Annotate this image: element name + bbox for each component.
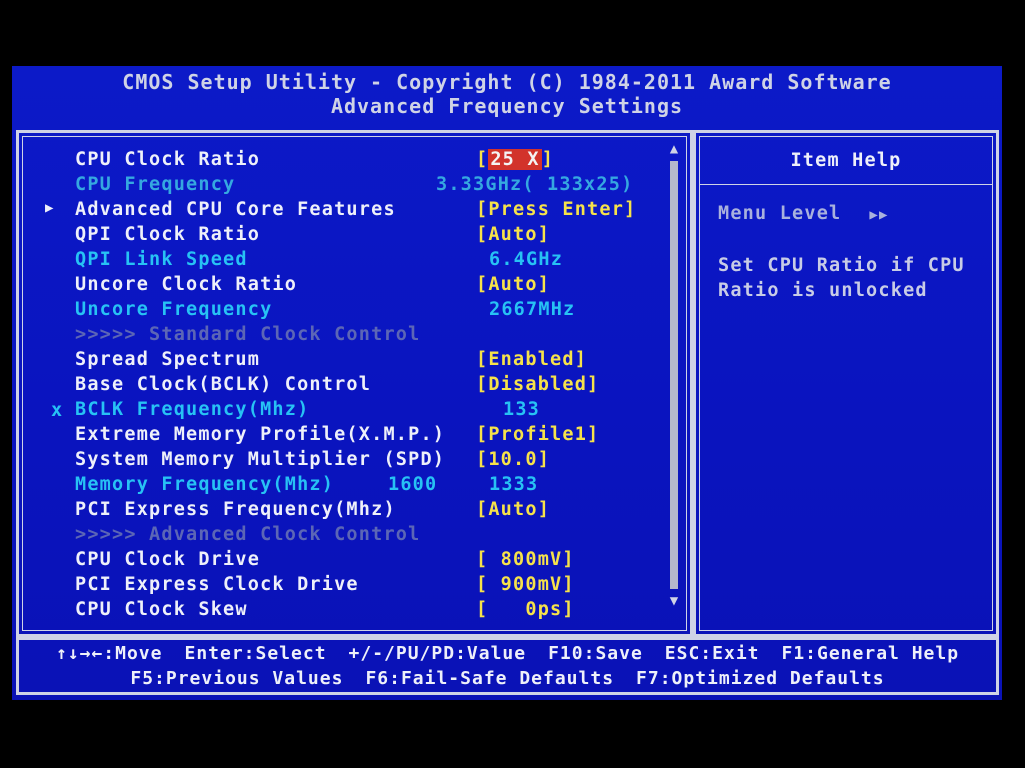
setting-value: 6.4GHz [489,249,564,270]
previous-values-key-hint: F5:Previous Values [130,668,344,689]
setting-label: Uncore Frequency [75,299,273,320]
menu-level: Menu Level ▶▶ [718,203,889,224]
setting-value[interactable]: [Profile1] [476,424,599,445]
save-key-hint: F10:Save [548,643,643,664]
scrollbar-track[interactable] [670,161,678,589]
move-key-hint: ↑↓→←:Move [55,643,163,664]
item-help-text: Set CPU Ratio if CPU Ratio is unlocked [718,255,965,301]
select-key-hint: Enter:Select [184,643,327,664]
setting-label: Advanced CPU Core Features [75,199,396,220]
section-label: >>>>> Advanced Clock Control [75,524,421,545]
scroll-down-arrow-icon[interactable]: ▼ [667,593,681,609]
key-legend-line-1: ↑↓→←:Move Enter:Select +/-/PU/PD:Value F10:… [19,643,996,664]
value-bracket-close: ] [541,149,555,170]
menu-level-label: Menu Level [718,203,842,224]
scroll-up-arrow-icon[interactable]: ▲ [667,141,681,157]
item-help-title: Item Help [700,137,992,185]
setting-label: Base Clock(BCLK) Control [75,374,372,395]
setting-value[interactable]: [ 0ps] [476,599,575,620]
value-bracket-open: [ [476,149,489,170]
setting-value[interactable]: [10.0] [476,449,550,470]
setting-label: QPI Clock Ratio [75,224,261,245]
setting-label: PCI Express Clock Drive [75,574,359,595]
bios-screen: CMOS Setup Utility - Copyright (C) 1984-… [12,66,1002,700]
value-key-hint: +/-/PU/PD:Value [348,643,527,664]
setting-label: Extreme Memory Profile(X.M.P.) [75,424,446,445]
scrollbar[interactable]: ▲ ▼ [667,139,681,617]
setting-value[interactable]: [Auto] [476,274,550,295]
setting-label: System Memory Multiplier (SPD) [75,449,446,470]
setting-label: CPU Clock Skew [75,599,248,620]
setting-value: 3.33GHz( 133x25) [436,174,634,195]
setting-label: PCI Express Frequency(Mhz) [75,499,396,520]
setting-label: CPU Frequency [75,174,236,195]
item-help-panel: Item Help Menu Level ▶▶ Set CPU Ratio if … [693,130,999,637]
setting-value: 2667MHz [489,299,576,320]
failsafe-defaults-key-hint: F6:Fail-Safe Defaults [365,668,615,689]
menu-level-arrows-icon: ▶▶ [869,207,889,223]
setting-value: 133 [503,399,541,420]
section-label: >>>>> Standard Clock Control [75,324,421,345]
setting-label: CPU Clock Drive [75,549,261,570]
key-legend-line-2: F5:Previous Values F6:Fail-Safe Defaults F… [19,668,996,689]
setting-value: 1333 [489,474,539,495]
setting-label: Memory Frequency(Mhz) [75,474,335,495]
setting-value[interactable]: [Press Enter] [476,199,636,220]
setting-value[interactable]: [ 800mV] [476,549,575,570]
optimized-defaults-key-hint: F7:Optimized Defaults [636,668,885,689]
setting-value[interactable]: [Disabled] [476,374,599,395]
setting-label: BCLK Frequency(Mhz) [75,399,310,420]
bios-header: CMOS Setup Utility - Copyright (C) 1984-… [12,66,1002,128]
setting-value[interactable]: [Auto] [476,499,550,520]
settings-list: CPU Clock Ratio [25 X] CPU Frequency 3.3… [22,136,687,631]
setting-label: Spread Spectrum [75,349,261,370]
setting-label: CPU Clock Ratio [75,149,261,170]
setting-label: Uncore Clock Ratio [75,274,298,295]
page-title: Advanced Frequency Settings [330,94,684,118]
setting-value[interactable]: [Enabled] [476,349,587,370]
key-legend: ↑↓→←:Move Enter:Select +/-/PU/PD:Value F10:… [16,637,999,695]
settings-panel: CPU Clock Ratio [25 X] CPU Frequency 3.3… [16,130,693,637]
setting-value[interactable]: [ 900mV] [476,574,575,595]
spd-frequency: 1600 [388,474,438,495]
general-help-key-hint: F1:General Help [781,643,960,664]
exit-key-hint: ESC:Exit [664,643,760,664]
disabled-x-icon: x [51,400,64,421]
setting-value[interactable]: [25 X] [476,149,554,170]
item-help-inner: Item Help Menu Level ▶▶ Set CPU Ratio if … [699,136,993,631]
selected-value[interactable]: 25 X [488,149,542,170]
utility-title: CMOS Setup Utility - Copyright (C) 1984-… [122,70,892,94]
submenu-arrow-icon: ▶ [45,200,55,216]
setting-value[interactable]: [Auto] [476,224,550,245]
setting-label: QPI Link Speed [75,249,248,270]
